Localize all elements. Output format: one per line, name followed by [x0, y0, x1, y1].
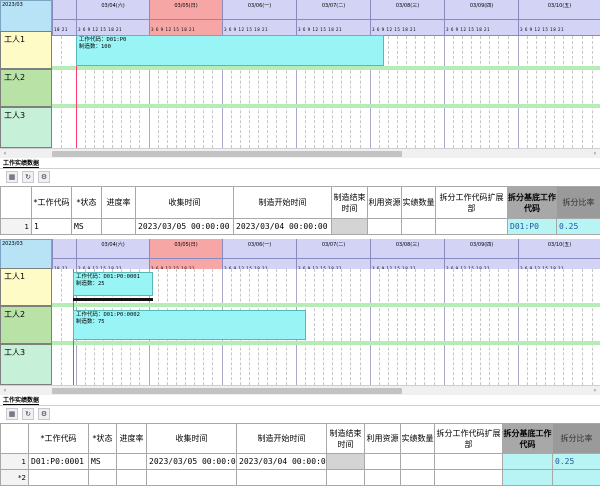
gantt-chart-top: 2023/03 03/04(六) 03/05(日) 03/06(一) 03/07…: [0, 0, 600, 158]
col-header[interactable]: 进度率: [116, 423, 147, 454]
table-row[interactable]: 1 1 MS 2023/03/05 00:00:00 2023/03/04 00…: [0, 218, 600, 235]
gantt-day-header: 03/08(三): [370, 239, 444, 259]
col-header[interactable]: 制造结束时间: [326, 423, 365, 454]
worker-row-label-2[interactable]: 工人2: [0, 69, 52, 107]
gantt-hour-ticks: 3 6 9 12 15 18 21: [296, 20, 370, 36]
refresh-icon[interactable]: ↻: [22, 408, 34, 420]
table-icon[interactable]: ▦: [6, 408, 18, 420]
col-header[interactable]: 制造结束时间: [331, 186, 368, 219]
table-row[interactable]: 1 D01:P0:0001 MS 2023/03/05 00:00:00 202…: [0, 453, 600, 470]
gantt-day-header: 03/08(三): [370, 0, 444, 20]
task-bar[interactable]: 工作代码：D01:P0:0002 制造数：75: [73, 310, 306, 340]
worker-row-label-3[interactable]: 工人3: [0, 344, 52, 385]
panel-title: 工作实绩数据: [0, 159, 600, 169]
table-row-new[interactable]: *2: [0, 469, 600, 486]
col-header[interactable]: *工作代码: [28, 423, 89, 454]
panel-toolbar: ▦ ↻ ⚙: [0, 407, 600, 421]
gantt-day-header: 03/06(一): [222, 239, 296, 259]
col-header[interactable]: 拆分工作代码扩展部: [435, 186, 508, 219]
gantt-hour-ticks: 3 6 9 12 15 18 21: [222, 20, 296, 36]
col-header[interactable]: 实绩数量: [400, 423, 435, 454]
col-header[interactable]: *状态: [88, 423, 117, 454]
task-bar[interactable]: 工作代码：D01:P0:0001 制造数：25: [73, 272, 153, 296]
gantt-day-header: 03/09(四): [444, 0, 518, 20]
col-header[interactable]: *工作代码: [31, 186, 72, 219]
gantt-hour-ticks: 18 21: [52, 20, 76, 36]
gantt-day-header: [52, 0, 76, 20]
gantt-day-header-today: 03/05(日): [149, 0, 222, 20]
col-header[interactable]: 收集时间: [146, 423, 237, 454]
gantt-day-header: [52, 239, 76, 259]
col-header[interactable]: 进度率: [101, 186, 136, 219]
col-header[interactable]: *状态: [71, 186, 102, 219]
gantt-day-header: 03/04(六): [76, 239, 149, 259]
col-header[interactable]: 制造开始时间: [236, 423, 327, 454]
task-bar[interactable]: 工作代码：D01:P0 制造数：100: [76, 35, 384, 66]
col-header[interactable]: 拆分基底工作代码: [502, 423, 553, 454]
gantt-hour-ticks: 3 6 9 12 15 18 21: [149, 20, 222, 36]
panel-title: 工作实绩数据: [0, 396, 600, 406]
gantt-day-header: 03/07(二): [296, 239, 370, 259]
gantt-day-header-today: 03/05(日): [149, 239, 222, 259]
table-icon[interactable]: ▦: [6, 171, 18, 183]
gantt-day-header: 03/06(一): [222, 0, 296, 20]
gantt-horizontal-scrollbar[interactable]: ‹ ›: [0, 148, 600, 158]
settings-icon[interactable]: ⚙: [38, 171, 50, 183]
worker-row-label-2[interactable]: 工人2: [0, 306, 52, 344]
col-header[interactable]: 拆分基底工作代码: [507, 186, 557, 219]
results-table-1: *工作代码 *状态 进度率 收集时间 制造开始时间 制造结束时间 利用资源 实绩…: [0, 186, 600, 235]
gantt-day-header: 03/10(五): [518, 239, 600, 259]
gantt-day-header: 03/10(五): [518, 0, 600, 20]
panel-toolbar: ▦ ↻ ⚙: [0, 170, 600, 184]
col-header[interactable]: 实绩数量: [401, 186, 436, 219]
gantt-day-header: 03/04(六): [76, 0, 149, 20]
gantt-hour-ticks: 3 6 9 12 15 18 21: [370, 20, 444, 36]
gantt-day-header: 03/07(二): [296, 0, 370, 20]
gantt-day-header: 03/09(四): [444, 239, 518, 259]
task-bar-progress: [73, 298, 153, 301]
worker-row-label-1[interactable]: 工人1: [0, 31, 52, 69]
gantt-horizontal-scrollbar[interactable]: ‹ ›: [0, 385, 600, 395]
worker-row-label-3[interactable]: 工人3: [0, 107, 52, 148]
col-header[interactable]: 利用资源: [367, 186, 402, 219]
gantt-hour-ticks: 3 6 9 12 15 18 21: [444, 20, 518, 36]
col-header[interactable]: 制造开始时间: [233, 186, 332, 219]
gantt-hour-ticks: 3 6 9 12 15 18 21: [76, 20, 149, 36]
gantt-chart-bottom: 2023/03 03/04(六) 03/05(日) 03/06(一) 03/07…: [0, 239, 600, 395]
refresh-icon[interactable]: ↻: [22, 171, 34, 183]
col-header[interactable]: 拆分工作代码扩展部: [434, 423, 503, 454]
worker-row-label-1[interactable]: 工人1: [0, 268, 52, 306]
results-table-2: *工作代码 *状态 进度率 收集时间 制造开始时间 制造结束时间 利用资源 实绩…: [0, 423, 600, 486]
col-header[interactable]: 拆分比率: [556, 186, 600, 219]
gantt-hour-ticks: 3 6 9 12 15 18 21: [518, 20, 600, 36]
settings-icon[interactable]: ⚙: [38, 408, 50, 420]
col-header[interactable]: 收集时间: [135, 186, 234, 219]
col-header[interactable]: 拆分比率: [552, 423, 600, 454]
col-header[interactable]: 利用资源: [364, 423, 401, 454]
